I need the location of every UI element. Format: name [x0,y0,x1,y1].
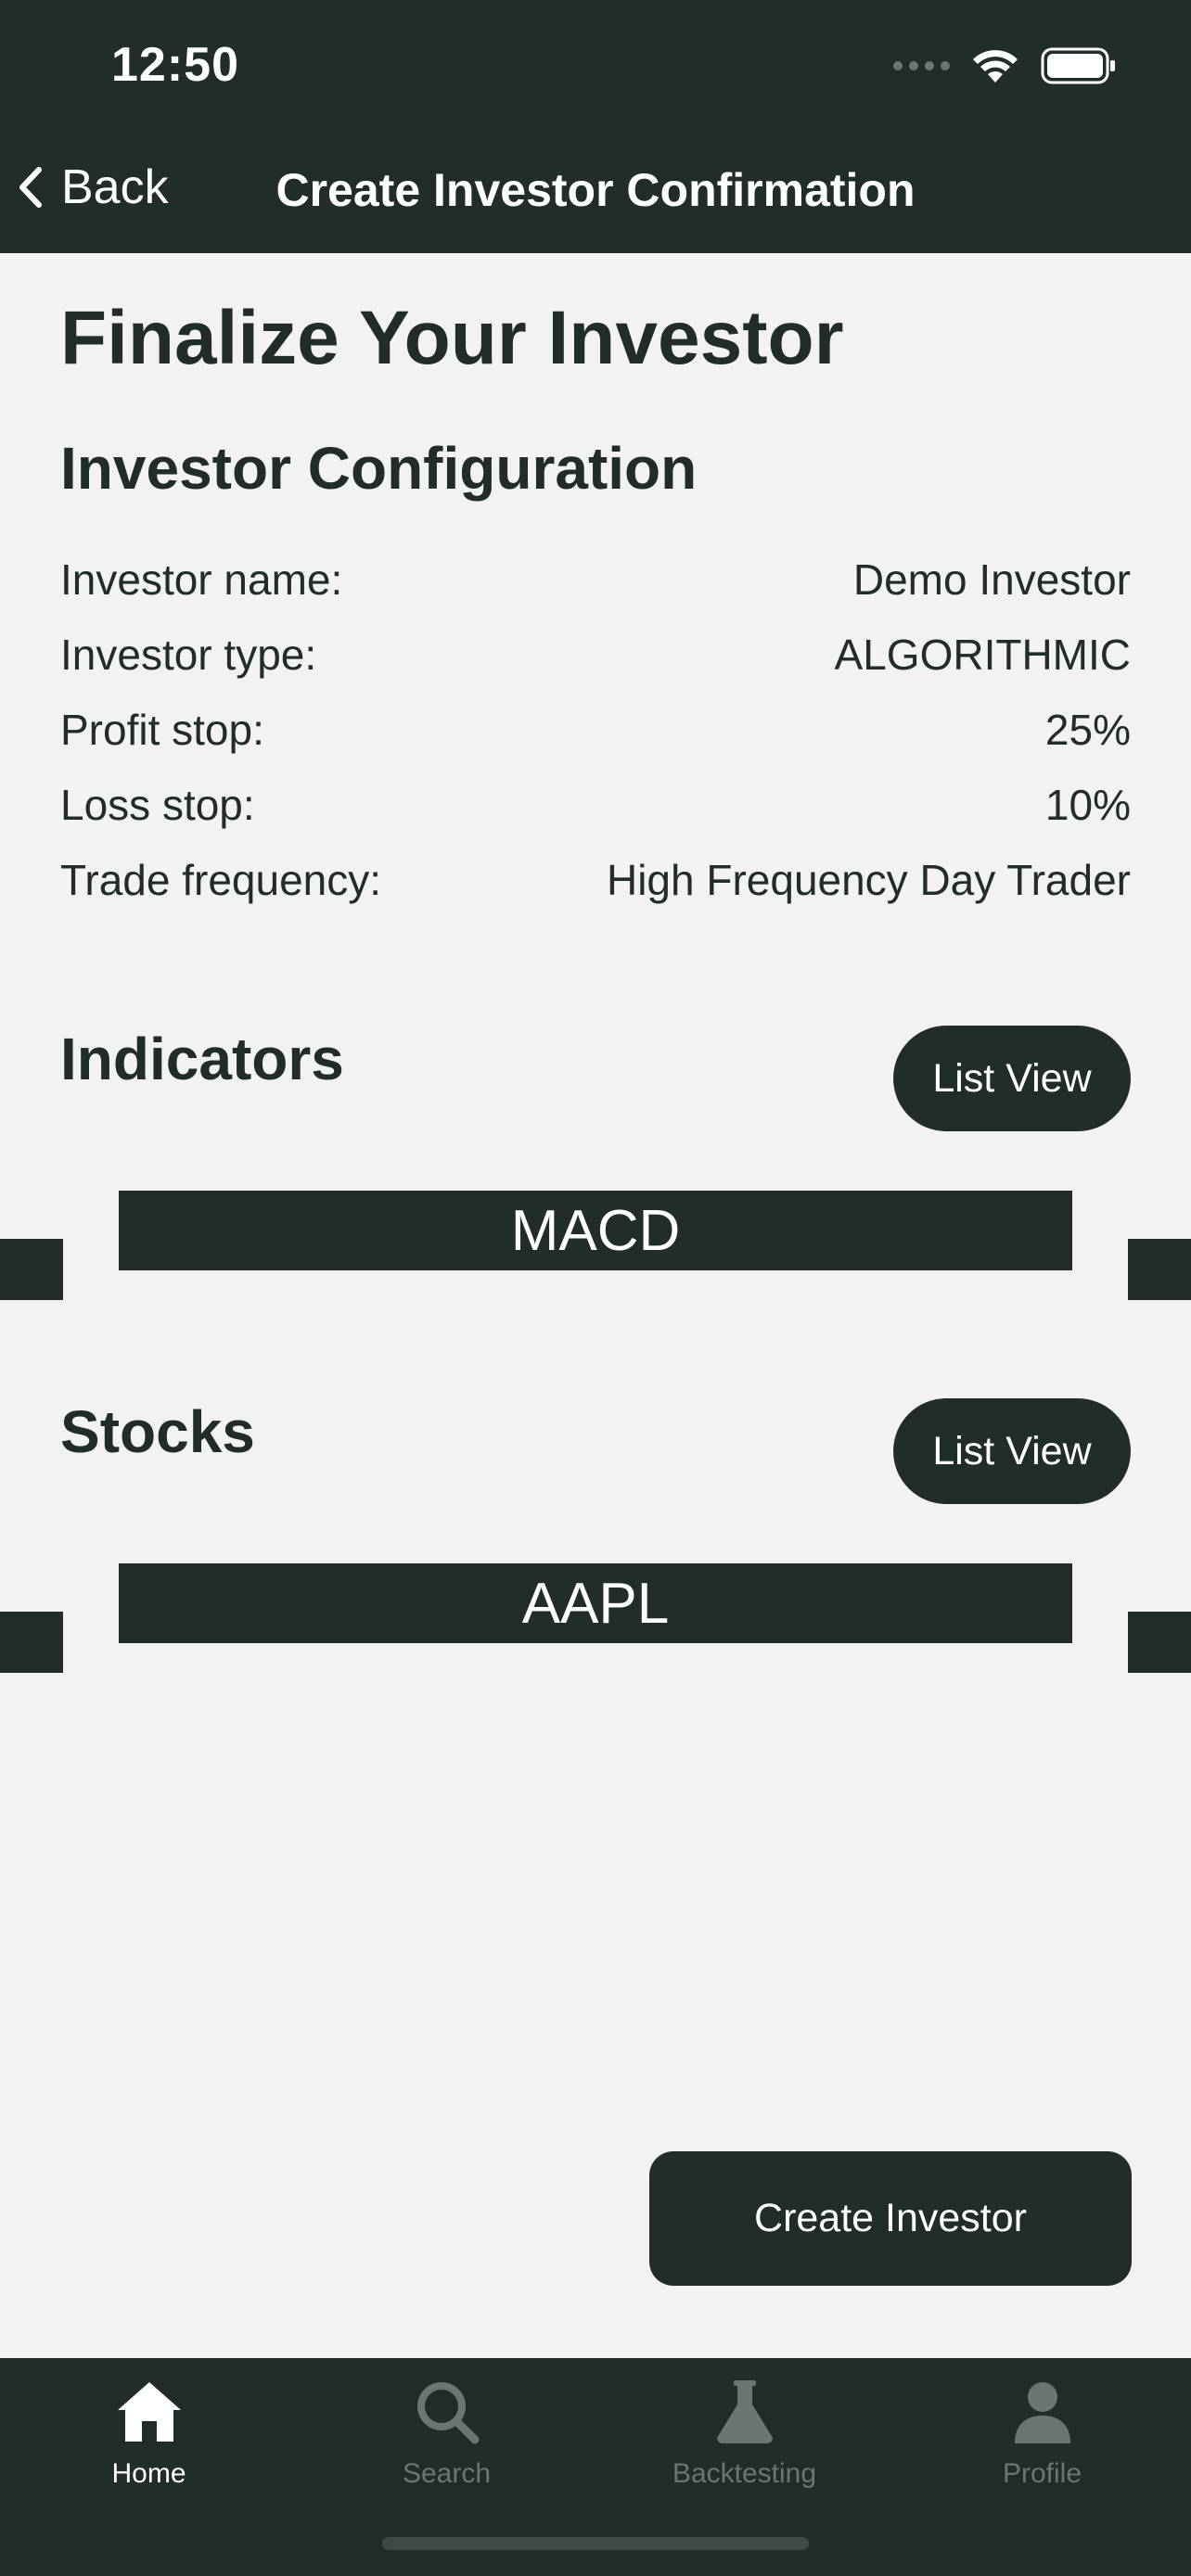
stocks-section-title: Stocks [60,1398,255,1465]
config-label: Investor type: [60,631,317,679]
config-row-profit-stop: Profit stop: 25% [60,702,1131,758]
tab-label: Profile [1002,2458,1082,2489]
battery-icon [1041,47,1115,84]
page-title: Finalize Your Investor [60,296,844,380]
person-icon [1014,2382,1070,2443]
tab-home[interactable]: Home [0,2358,298,2516]
carousel-next-peek [1128,1612,1191,1673]
config-label: Investor name: [60,555,343,604]
search-icon [416,2382,479,2444]
tab-search[interactable]: Search [298,2358,596,2516]
config-row-loss-stop: Loss stop: 10% [60,777,1131,833]
config-section-title: Investor Configuration [60,435,698,502]
status-time: 12:50 [111,38,239,92]
stock-chip[interactable]: AAPL [119,1563,1072,1643]
create-investor-button[interactable]: Create Investor [649,2151,1132,2286]
cellular-signal-icon [893,61,950,70]
tab-label: Home [111,2458,186,2489]
config-label: Loss stop: [60,781,255,829]
carousel-next-peek [1128,1239,1191,1300]
indicator-chip[interactable]: MACD [119,1191,1072,1270]
tab-profile[interactable]: Profile [893,2358,1191,2516]
config-row-investor-type: Investor type: ALGORITHMIC [60,627,1131,682]
tab-label: Backtesting [672,2458,817,2489]
indicators-list-view-button[interactable]: List View [893,1026,1131,1131]
home-indicator [382,2537,809,2550]
flask-icon [716,2380,773,2443]
home-icon [117,2382,181,2442]
config-value: 10% [1044,781,1131,829]
wifi-icon [973,50,1018,83]
status-icons [893,43,1117,89]
carousel-prev-peek [0,1239,63,1300]
config-value: Demo Investor [852,555,1131,604]
config-value: 25% [1044,706,1131,754]
navigation-header: 12:50 Back Create Investor Confirmation [0,0,1191,253]
stocks-list-view-button[interactable]: List View [893,1398,1131,1504]
indicators-section-title: Indicators [60,1026,344,1092]
tab-label: Search [402,2458,492,2489]
config-row-trade-frequency: Trade frequency: High Frequency Day Trad… [60,852,1131,908]
config-label: Profit stop: [60,706,264,754]
config-label: Trade frequency: [60,856,382,904]
config-row-investor-name: Investor name: Demo Investor [60,552,1131,607]
nav-title: Create Investor Confirmation [275,164,916,216]
config-value: ALGORITHMIC [834,631,1131,679]
tab-backtesting[interactable]: Backtesting [596,2358,893,2516]
carousel-prev-peek [0,1612,63,1673]
config-value: High Frequency Day Trader [606,856,1131,904]
